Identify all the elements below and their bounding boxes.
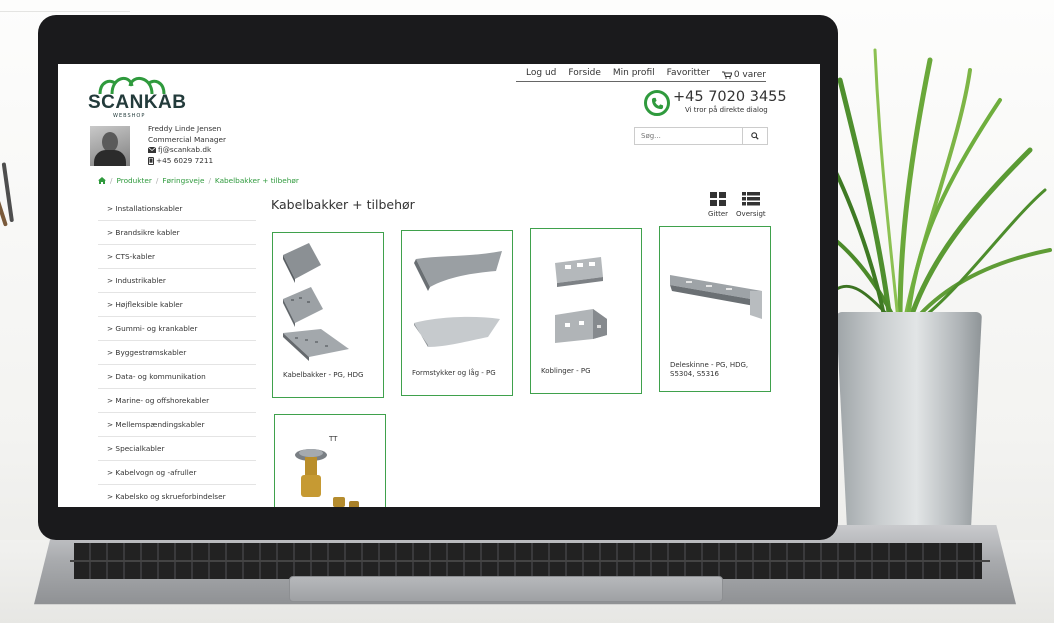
product-label: Formstykker og låg - PG [412, 369, 496, 377]
product-label-line2: S5304, S5316 [670, 369, 719, 378]
breadcrumb-separator: / [110, 176, 113, 185]
product-card-fitting[interactable]: TT [274, 414, 386, 507]
contact-email-row[interactable]: fj@scankab.dk [148, 145, 226, 156]
nav-cart[interactable]: 0 varer [721, 68, 766, 81]
category-sidebar: > Installationskabler > Brandsikre kable… [98, 197, 256, 507]
sidebar-item-brandsikre-kabler[interactable]: > Brandsikre kabler [98, 221, 256, 245]
list-view-button[interactable]: Oversigt [736, 192, 766, 218]
breadcrumb: / Produkter / Føringsveje / Kabelbakker … [98, 176, 299, 185]
product-grid: Kabelbakker - PG, HDG Formstykker og låg… [272, 226, 782, 507]
plant-pot [836, 312, 982, 542]
phone-number[interactable]: +45 7020 3455 [673, 89, 787, 105]
phone-block: +45 7020 3455 Vi tror på direkte dialog [644, 89, 787, 120]
logo-arcs-icon [98, 77, 166, 94]
touchpad [289, 576, 723, 602]
cable-tray-image [283, 243, 349, 361]
keyboard-row [70, 560, 990, 562]
contact-title: Commercial Manager [148, 134, 226, 144]
brass-fitting-image: TT [295, 435, 359, 507]
product-card-koblinger[interactable]: Koblinger - PG [530, 228, 642, 394]
nav-home[interactable]: Forside [568, 68, 601, 81]
tray-bend-image [414, 251, 502, 347]
sidebar-item-byggestromskabler[interactable]: > Byggestrømskabler [98, 341, 256, 365]
grid-view-label: Gitter [708, 210, 729, 218]
mobile-icon [148, 156, 154, 165]
sidebar-item-kabelsko[interactable]: > Kabelsko og skrueforbindelser [98, 485, 256, 507]
phone-circle [644, 90, 670, 116]
product-label-line1: Deleskinne - PG, HDG, [670, 361, 749, 369]
home-icon[interactable] [98, 177, 106, 184]
breadcrumb-foringsveje[interactable]: Føringsveje [162, 176, 204, 185]
product-label: Kabelbakker - PG, HDG [283, 371, 364, 379]
breadcrumb-current[interactable]: Kabelbakker + tilbehør [215, 176, 299, 185]
product-label: Deleskinne - PG, HDG, S5304, S5316 [670, 361, 748, 378]
sidebar-item-data-kommunikation[interactable]: > Data- og kommunikation [98, 365, 256, 389]
breadcrumb-separator: / [208, 176, 211, 185]
logo-text: SCANKAB [88, 92, 187, 113]
search-icon [751, 132, 759, 140]
wall-edge [0, 0, 130, 12]
logo-subtext: WEBSHOP [113, 113, 146, 119]
screen: SCANKAB WEBSHOP Log ud Forside Min profi… [58, 64, 820, 507]
sidebar-item-cts-kabler[interactable]: > CTS-kabler [98, 245, 256, 269]
divider-rail-image [670, 275, 762, 319]
sidebar-item-specialkabler[interactable]: > Specialkabler [98, 437, 256, 461]
product-card-deleskinne[interactable]: Deleskinne - PG, HDG, S5304, S5316 [659, 226, 771, 392]
list-view-icon [741, 192, 760, 206]
contact-phone: +45 6029 7211 [156, 155, 214, 165]
plant [820, 48, 1052, 323]
contact-name: Freddy Linde Jensen [148, 124, 222, 133]
product-card-kabelbakker[interactable]: Kabelbakker - PG, HDG [272, 232, 384, 398]
sidebar-item-installationskabler[interactable]: > Installationskabler [98, 197, 256, 221]
view-toggle: Gitter Oversigt [708, 192, 766, 218]
grid-view-button[interactable]: Gitter [708, 192, 728, 218]
nav-logout[interactable]: Log ud [526, 68, 556, 81]
sidebar-item-mellemspaending[interactable]: > Mellemspændingskabler [98, 413, 256, 437]
envelope-icon [148, 147, 156, 154]
grid-view-icon [710, 192, 727, 206]
phone-icon [651, 97, 664, 110]
sidebar-item-gummi-krankabler[interactable]: > Gummi- og krankabler [98, 317, 256, 341]
nav-profile[interactable]: Min profil [613, 68, 655, 81]
page-title: Kabelbakker + tilbehør [271, 197, 415, 212]
phone-tagline: Vi tror på direkte dialog [685, 106, 768, 114]
sidebar-item-kabelvogn[interactable]: > Kabelvogn og -afruller [98, 461, 256, 485]
sidebar-item-hojfleksible-kabler[interactable]: > Højfleksible kabler [98, 293, 256, 317]
coupling-image [555, 257, 607, 343]
sidebar-item-marine-offshore[interactable]: > Marine- og offshorekabler [98, 389, 256, 413]
contact-email: fj@scankab.dk [158, 145, 212, 154]
top-nav: Log ud Forside Min profil Favoritter 0 v… [516, 64, 766, 82]
search-button[interactable] [743, 128, 767, 144]
breadcrumb-separator: / [155, 176, 159, 185]
logo[interactable]: SCANKAB WEBSHOP [88, 70, 188, 122]
contact-avatar [90, 126, 130, 166]
cart-icon [721, 71, 732, 79]
product-card-formstykker[interactable]: Formstykker og låg - PG [401, 230, 513, 396]
contact-phone-row[interactable]: +45 6029 7211 [148, 156, 226, 167]
search-input[interactable] [635, 128, 744, 144]
svg-text:TT: TT [328, 435, 338, 443]
product-label: Koblinger - PG [541, 367, 591, 375]
cart-count: 0 varer [733, 69, 766, 80]
nav-favorites[interactable]: Favoritter [667, 68, 710, 81]
list-view-label: Oversigt [736, 210, 766, 218]
pencils [0, 160, 26, 230]
contact-card: Freddy Linde Jensen Commercial Manager f… [148, 124, 226, 166]
sidebar-item-industrikabler[interactable]: > Industrikabler [98, 269, 256, 293]
search-bar [634, 127, 768, 145]
breadcrumb-products[interactable]: Produkter [116, 176, 151, 185]
